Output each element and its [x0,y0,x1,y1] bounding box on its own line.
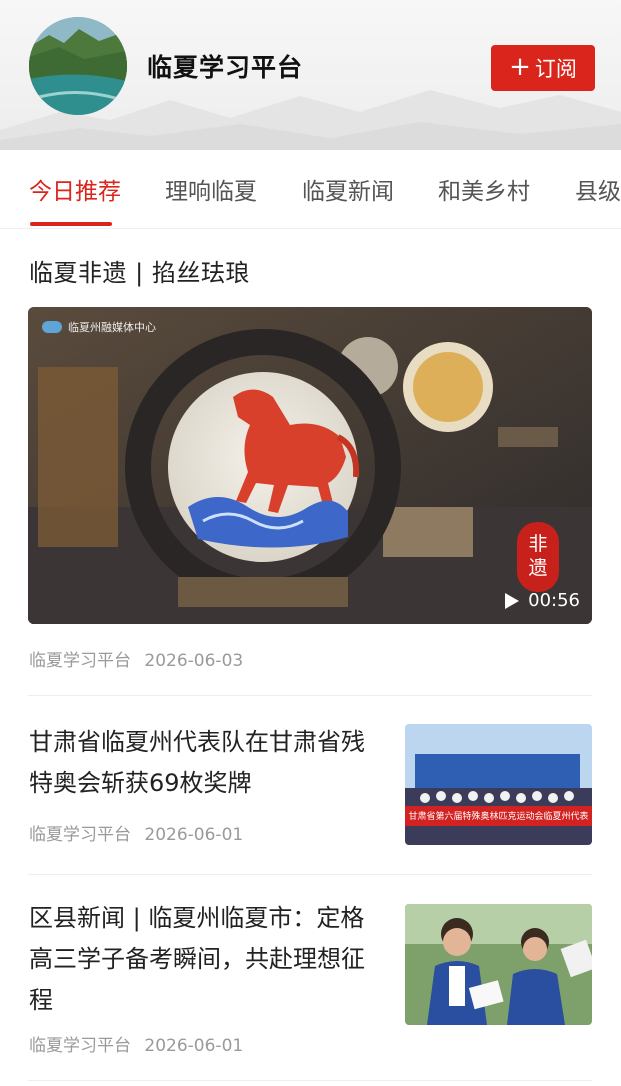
tab-county[interactable]: 县级 [575,172,621,206]
video-duration: 00:56 [504,590,580,611]
active-tab-indicator [30,222,112,226]
stamp-char-2: 遗 [528,557,548,579]
article-date: 2026-06-01 [144,825,244,845]
feature-source: 临夏学习平台 [29,651,131,671]
article-thumbnail[interactable]: 甘肃省第六届特殊奥林匹克运动会临夏州代表 [405,724,592,845]
play-icon [505,592,520,609]
subscribe-button[interactable]: + 订阅 [491,45,595,91]
article-title[interactable]: 甘肃省临夏州代表队在甘肃省残特奥会斩获69枚奖牌 [29,722,384,804]
cloisonne-artwork-image [28,307,592,624]
avatar[interactable] [29,17,127,115]
media-center-watermark: 临夏州融媒体中心 [42,319,156,335]
divider [28,695,592,696]
tab-rural[interactable]: 和美乡村 [438,172,530,206]
article-thumbnail[interactable] [405,904,592,1025]
plus-icon: + [509,52,531,82]
article-source: 临夏学习平台 [29,825,131,845]
thumbnail-banner-text: 甘肃省第六届特殊奥林匹克运动会临夏州代表 [408,812,589,822]
watermark-text: 临夏州融媒体中心 [68,321,156,334]
article-meta: 临夏学习平台 2026-06-01 [29,1031,243,1056]
tab-lixiang-linxia[interactable]: 理响临夏 [165,172,257,206]
feature-video[interactable]: 临夏州融媒体中心 非 遗 00:56 [28,307,592,624]
divider [28,1080,592,1081]
media-logo-icon [42,321,62,333]
duration-text: 00:56 [528,590,580,611]
subscribe-label: 订阅 [534,57,577,81]
account-header: 临夏学习平台 + 订阅 [0,0,621,150]
tab-today[interactable]: 今日推荐 [29,172,121,206]
article-date: 2026-06-01 [144,1036,244,1056]
intangible-heritage-stamp: 非 遗 [517,522,559,592]
platform-name: 临夏学习平台 [147,53,304,82]
channel-tabs: 今日推荐 理响临夏 临夏新闻 和美乡村 县级 [0,150,621,229]
feature-title[interactable]: 临夏非遗 | 掐丝珐琅 [29,253,250,288]
tab-linxia-news[interactable]: 临夏新闻 [302,172,394,206]
divider [28,874,592,875]
feature-meta: 临夏学习平台 2026-06-03 [29,646,243,671]
feature-date: 2026-06-03 [144,651,244,671]
article-source: 临夏学习平台 [29,1036,131,1056]
article-meta: 临夏学习平台 2026-06-01 [29,820,243,845]
article-title[interactable]: 区县新闻 | 临夏州临夏市：定格高三学子备考瞬间，共赴理想征程 [29,898,384,1021]
stamp-char-1: 非 [528,533,548,556]
